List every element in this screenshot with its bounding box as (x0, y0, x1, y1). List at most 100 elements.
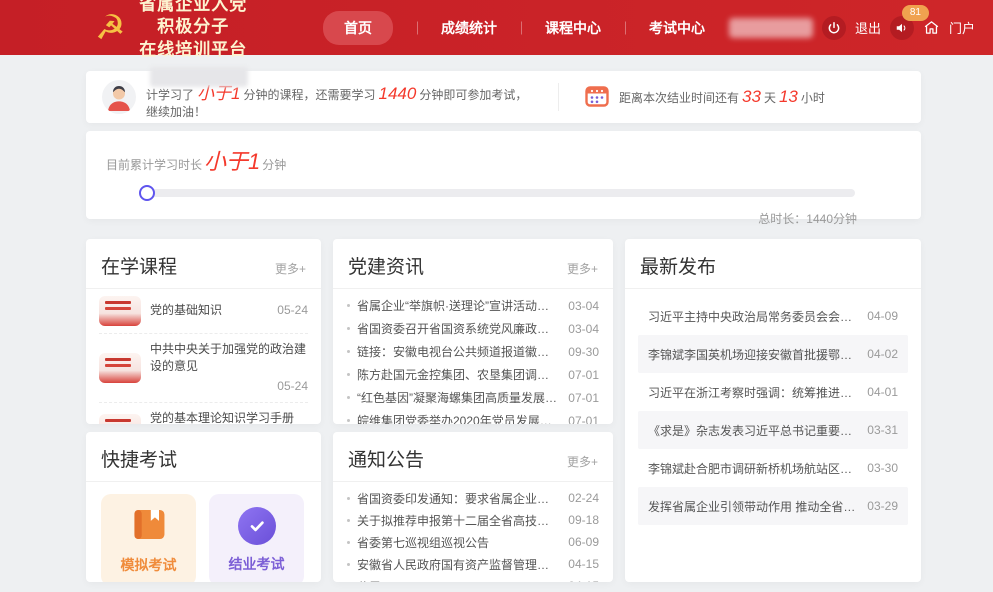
latest-posts-card: 最新发布 习近平主持中央政治局常务委员会会议 分析国... 04-09 李锦斌李… (625, 239, 921, 582)
news-text: 省属企业“举旗帜·送理论”宣讲活动走进华安... (357, 297, 560, 314)
notice-item[interactable]: 关于拟推荐申报第十二届全省高技能人才评选... 09-18 (347, 509, 599, 531)
calendar-icon (585, 85, 609, 110)
news-item[interactable]: 省属企业“举旗帜·送理论”宣讲活动走进华安... 03-04 (347, 294, 599, 317)
latest-item[interactable]: 李锦斌赴合肥市调研新桥机场航站区规划建设... 03-30 (638, 449, 908, 487)
news-text: 省国资委召开省国资系统党风廉政建设和反腐... (357, 320, 560, 337)
brand: ☭ 省属企业入党积极分子 在线培训平台 (95, 0, 251, 61)
latest-date: 03-29 (859, 499, 898, 513)
nav-item[interactable]: 成绩统计 (417, 11, 521, 45)
notices-header: 通知公告 更多+ (333, 432, 613, 482)
party-emblem-icon: ☭ (95, 11, 125, 45)
mock-exam-button[interactable]: 模拟考试 (101, 494, 196, 582)
latest-item[interactable]: 《求是》杂志发表习近平总书记重要文章《在... 03-31 (638, 411, 908, 449)
needed-minutes: 1440 (379, 84, 417, 103)
study-progress-slider[interactable] (142, 185, 855, 201)
duration-value: 小于1 (204, 149, 260, 174)
notice-date: 09-18 (560, 513, 599, 527)
course-thumbnail (99, 414, 141, 424)
news-text: 链接：安徽电视台公共频道报道徽商职业学院... (357, 343, 560, 360)
latest-text: 发挥省属企业引领带动作用 推动全省企业尽快... (648, 498, 859, 515)
latest-item[interactable]: 李锦斌李国英机场迎接安徽首批援鄂医疗队凯... 04-02 (638, 335, 908, 373)
main-nav: 首页 成绩统计 课程中心 考试中心 (299, 11, 729, 45)
nav-item-label: 首页 (323, 11, 393, 45)
slider-track[interactable] (142, 189, 855, 197)
site-title-line2: 在线培训平台 (135, 39, 250, 61)
username-censored (729, 18, 813, 38)
notice-item[interactable]: 公示 04-15 (347, 575, 599, 582)
notices-more-link[interactable]: 更多+ (567, 453, 598, 470)
latest-date: 04-01 (859, 385, 898, 399)
news-item[interactable]: “红色基因”凝聚海螺集团高质量发展磅礴力... 07-01 (347, 386, 599, 409)
news-text: 皖维集团党委举办2020年党员发展对象培训班... (357, 412, 560, 424)
nav-item[interactable]: 考试中心 (625, 11, 729, 45)
latest-item[interactable]: 习近平在浙江考察时强调：统筹推进疫情防控... 04-01 (638, 373, 908, 411)
latest-posts-header: 最新发布 (625, 239, 921, 289)
courses-header: 在学课程 更多+ (86, 239, 321, 289)
notice-date: 04-15 (560, 557, 599, 571)
notice-item[interactable]: 省委第七巡视组巡视公告 06-09 (347, 531, 599, 553)
notice-text: 省国资委印发通知：要求省属企业认真贯彻落... (357, 490, 560, 507)
latest-text: 李锦斌李国英机场迎接安徽首批援鄂医疗队凯... (648, 346, 859, 363)
deadline-info: 距离本次结业时间还有33天13小时 (585, 85, 825, 110)
courses-card: 在学课程 更多+ 党的基础知识 05-24 (86, 239, 321, 424)
latest-text: 李锦斌赴合肥市调研新桥机场航站区规划建设... (648, 460, 859, 477)
party-news-title: 党建资讯 (348, 252, 424, 279)
quick-exam-header: 快捷考试 (86, 432, 321, 482)
latest-posts-list: 习近平主持中央政治局常务委员会会议 分析国... 04-09 李锦斌李国英机场迎… (625, 297, 921, 525)
latest-item[interactable]: 发挥省属企业引领带动作用 推动全省企业尽快... 03-29 (638, 487, 908, 525)
course-item[interactable]: 党的基本理论知识学习手册 05-24 (99, 403, 308, 424)
latest-text: 习近平主持中央政治局常务委员会会议 分析国... (648, 308, 859, 325)
notice-text: 公示 (357, 578, 560, 583)
news-item[interactable]: 皖维集团党委举办2020年党员发展对象培训班... 07-01 (347, 409, 599, 424)
course-date: 05-24 (269, 302, 308, 319)
nav-item[interactable]: 首页 (299, 11, 417, 45)
latest-date: 04-02 (859, 347, 898, 361)
notice-item[interactable]: 安徽省人民政府国有资产监督管理委员会网站... 04-15 (347, 553, 599, 575)
final-exam-button[interactable]: 结业考试 (209, 494, 304, 582)
slider-handle[interactable] (139, 185, 155, 201)
speaker-icon[interactable]: 81 (890, 16, 914, 40)
course-date: 05-24 (269, 378, 308, 395)
main-content: 在学课程 更多+ 党的基础知识 05-24 (86, 239, 921, 582)
news-date: 07-01 (560, 368, 599, 382)
nav-item-label: 考试中心 (649, 11, 705, 45)
final-exam-label: 结业考试 (229, 554, 285, 574)
latest-date: 04-09 (859, 309, 898, 323)
notice-item[interactable]: 省国资委印发通知：要求省属企业认真贯彻落... 02-24 (347, 487, 599, 509)
bullet-dot (347, 563, 350, 566)
notice-date: 06-09 (560, 535, 599, 549)
nav-item-label: 成绩统计 (441, 11, 497, 45)
bullet-dot (347, 304, 350, 307)
bullet-dot (347, 519, 350, 522)
notices-title: 通知公告 (348, 445, 424, 472)
logout-button[interactable]: 退出 (855, 18, 881, 37)
notice-text: 省委第七巡视组巡视公告 (357, 534, 560, 551)
course-item[interactable]: 党的基础知识 05-24 (99, 289, 308, 334)
news-date: 03-04 (560, 322, 599, 336)
news-item[interactable]: 陈方赴国元金控集团、农垦集团调研督导 07-01 (347, 363, 599, 386)
username-censored-banner (150, 67, 248, 87)
latest-item[interactable]: 习近平主持中央政治局常务委员会会议 分析国... 04-09 (638, 297, 908, 335)
news-date: 03-04 (560, 299, 599, 313)
quick-exam-title: 快捷考试 (101, 445, 177, 472)
notice-text: 安徽省人民政府国有资产监督管理委员会网站... (357, 556, 560, 573)
news-item[interactable]: 省国资委召开省国资系统党风廉政建设和反腐... 03-04 (347, 317, 599, 340)
mock-exam-label: 模拟考试 (121, 555, 177, 575)
nav-item[interactable]: 课程中心 (521, 11, 625, 45)
news-item[interactable]: 链接：安徽电视台公共频道报道徽商职业学院... 09-30 (347, 340, 599, 363)
latest-date: 03-30 (859, 461, 898, 475)
bullet-dot (347, 396, 350, 399)
courses-more-link[interactable]: 更多+ (275, 260, 306, 277)
study-summary-banner: 计学习了小于1分钟的课程，还需要学习1440分钟即可参加考试，继续加油！ 距离本… (86, 71, 921, 123)
banner-divider (558, 83, 559, 111)
duration-label-row: 目前累计学习时长小于1分钟 (106, 144, 901, 176)
course-item[interactable]: 中共中央关于加强党的政治建设的意见 05-24 (99, 334, 308, 403)
power-icon[interactable] (822, 16, 846, 40)
notification-badge: 81 (902, 5, 929, 21)
home-icon[interactable] (923, 19, 940, 36)
deadline-text: 距离本次结业时间还有33天13小时 (619, 87, 825, 107)
party-news-more-link[interactable]: 更多+ (567, 260, 598, 277)
notices-list: 省国资委印发通知：要求省属企业认真贯彻落... 02-24 关于拟推荐申报第十二… (333, 482, 613, 582)
portal-link[interactable]: 门户 (949, 18, 975, 37)
quick-exam-area: 模拟考试 结业考试 (86, 482, 321, 582)
